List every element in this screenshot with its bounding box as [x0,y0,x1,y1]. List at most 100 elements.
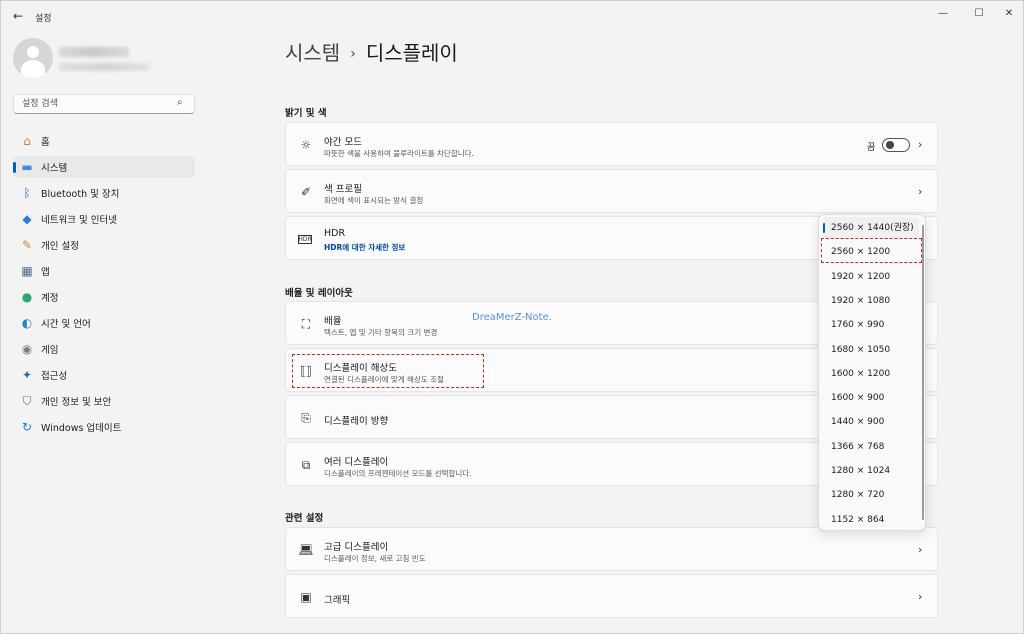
card-color-profile[interactable]: ✐ 색 프로필 화면에 색이 표시되는 방식 결정 › [285,169,938,213]
resolution-option[interactable]: 1680 × 1050 [823,339,919,361]
resolution-option[interactable]: 1366 × 768 [823,436,919,458]
resolution-option[interactable]: 1280 × 720 [823,484,919,506]
home-icon: ⌂ [23,134,31,148]
chevron-right-icon[interactable]: › [918,138,922,151]
section-related: 관련 설정 [285,513,324,524]
sidebar-item[interactable]: ↻ Windows 업데이트 [13,416,195,438]
chevron-right-icon[interactable]: › [918,543,922,556]
resolution-option[interactable]: 1152 × 864 [823,509,919,530]
update-icon: ↻ [21,420,33,434]
card-graphics[interactable]: ▣ 그래픽 › [285,574,938,618]
hdr-info-link[interactable]: HDR에 대한 자세한 정보 [324,242,405,253]
sidebar-item[interactable]: ◆ 네트워크 및 인터넷 [13,208,195,230]
sidebar-item-label: 게임 [41,345,59,356]
shield-icon: ⛉ [22,393,32,408]
sidebar-item[interactable]: ✦ 접근성 [13,364,195,386]
sidebar-item[interactable]: ● 계정 [13,286,195,308]
sidebar-item[interactable]: ᛒ Bluetooth 및 장치 [13,182,195,204]
resolution-option-label: 1920 × 1080 [831,295,891,306]
eyedropper-icon: ✐ [300,185,312,199]
resolution-option[interactable]: 1280 × 1024 [823,460,919,482]
resolution-option-label: 1440 × 900 [831,417,885,428]
resolution-option-label: 1600 × 1200 [831,368,891,379]
app-title: 설정 [35,14,52,24]
resolution-option[interactable]: 1760 × 990 [823,314,919,336]
bluetooth-icon: ᛒ [23,186,31,200]
multi-display-subtitle: 디스플레이의 프레젠테이션 모드를 선택합니다. [324,469,472,478]
sidebar-item-label: 계정 [41,293,59,304]
section-scale-layout: 배율 및 레이아웃 [285,288,353,299]
card-advanced-display[interactable]: 💻︎ 고급 디스플레이 디스플레이 정보, 새로 고침 빈도 › [285,527,938,571]
multi-display-title: 여러 디스플레이 [324,457,389,468]
sidebar-item[interactable]: ◉ 게임 [13,338,195,360]
chevron-right-icon[interactable]: › [918,590,922,603]
avatar-head [27,46,39,58]
advanced-display-title: 고급 디스플레이 [324,542,389,553]
dropdown-scrollbar[interactable] [922,225,924,520]
account-icon: ● [21,290,33,304]
laptop-icon: 💻︎ [298,543,314,557]
accessibility-icon: ✦ [21,368,33,382]
breadcrumb-parent[interactable]: 시스템 [285,41,340,65]
minimize-button[interactable]: — [931,5,955,21]
search-icon[interactable]: ⌕ [177,97,183,108]
sidebar-item-label: 앱 [41,267,50,278]
color-profile-title: 색 프로필 [324,184,362,195]
sidebar-item-label: Windows 업데이트 [41,423,122,434]
apps-icon: ▦ [21,264,33,278]
search-input[interactable]: 설정 검색 [13,94,195,114]
settings-window: ← 설정 — ☐ ✕ 설정 검색 ⌕ ⌂ 홈 ▬ 시스템 ᛒ Bluetooth 및 장치… [0,0,1024,634]
toggle-knob [886,141,894,149]
wifi-icon: ◆ [22,212,32,226]
maximize-button[interactable]: ☐ [967,5,991,21]
scale-title: 배율 [324,316,342,327]
resolution-option-label: 1280 × 720 [831,490,885,501]
brush-icon: ✎ [21,238,33,252]
sidebar-item[interactable]: ⌂ 홈 [13,130,195,152]
title-bar: ← 설정 — ☐ ✕ [1,1,1023,33]
gamepad-icon: ◉ [21,342,33,356]
sidebar-item-label: 시간 및 언어 [41,319,91,330]
sidebar-item[interactable]: ◐ 시간 및 언어 [13,312,195,334]
graphics-card-icon: ▣ [300,590,312,604]
resolution-option-label: 1600 × 900 [831,393,885,404]
back-arrow-icon[interactable]: ← [9,7,27,25]
selection-indicator [13,162,16,173]
sidebar-item-label: 네트워크 및 인터넷 [41,215,117,226]
night-mode-toggle-label: 끔 [867,143,876,153]
avatar[interactable] [13,38,53,78]
resolution-option-label: 1920 × 1200 [831,271,891,282]
resolution-option[interactable]: 1600 × 900 [823,387,919,409]
sidebar-item-label: 개인 정보 및 보안 [41,397,112,408]
sidebar-item-label: 개인 설정 [41,241,79,252]
breadcrumb-separator: › [350,46,356,62]
sidebar-item[interactable]: ✎ 개인 설정 [13,234,195,256]
sidebar-item[interactable]: ⛉ 개인 정보 및 보안 [13,390,195,412]
close-button[interactable]: ✕ [997,5,1021,21]
sidebar-item-label: 홈 [41,137,50,148]
night-mode-subtitle: 따뜻한 색을 사용하여 블루라이트를 차단합니다. [324,149,474,158]
resolution-option[interactable]: 1920 × 1080 [823,290,919,312]
resolution-option[interactable]: 1600 × 1200 [823,363,919,385]
hdr-title: HDR [324,228,346,239]
resolution-option[interactable]: 1440 × 900 [823,411,919,433]
sidebar-item[interactable]: ▦ 앱 [13,260,195,282]
orientation-title: 디스플레이 방향 [324,416,389,427]
orientation-icon: ⎘ [301,410,311,425]
resolution-option[interactable]: 2560 × 1440(권장) [823,217,919,239]
resolution-option-label: 1680 × 1050 [831,344,891,355]
night-mode-toggle[interactable] [882,138,910,152]
globe-clock-icon: ◐ [21,316,33,330]
resolution-option[interactable]: 1920 × 1200 [823,266,919,288]
page-title: 디스플레이 [365,41,458,65]
resolution-highlight-box [292,354,484,388]
sidebar-item[interactable]: ▬ 시스템 [13,156,195,178]
resolution-option-label: 1152 × 864 [831,514,885,525]
resolution-option-label: 2560 × 1440(권장) [831,223,914,233]
resolution-option-label: 1760 × 990 [831,320,885,331]
chevron-right-icon[interactable]: › [918,185,922,198]
blurred-user-name [59,47,129,57]
card-night-mode[interactable]: ☼ 야간 모드 따뜻한 색을 사용하여 블루라이트를 차단합니다. 끔 › [285,122,938,166]
sidebar-item-label: Bluetooth 및 장치 [41,189,120,200]
hdr-icon: HDR [298,235,312,244]
